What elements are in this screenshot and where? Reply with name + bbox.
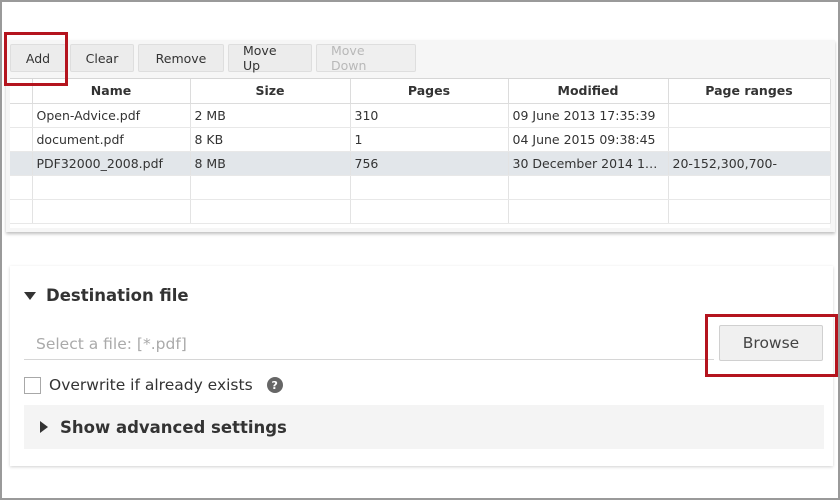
table-header-row: Name Size Pages Modified Page ranges bbox=[10, 79, 831, 104]
column-header-pages[interactable]: Pages bbox=[350, 79, 509, 104]
file-table: Name Size Pages Modified Page ranges Ope… bbox=[10, 78, 831, 228]
browse-button[interactable]: Browse bbox=[719, 325, 823, 361]
cell-modified: 04 June 2015 09:38:45 bbox=[508, 127, 669, 152]
table-row[interactable]: document.pdf 8 KB 1 04 June 2015 09:38:4… bbox=[10, 127, 831, 152]
cell-pages: 310 bbox=[350, 103, 509, 128]
cell-page-ranges[interactable]: 20-152,300,700- bbox=[668, 151, 831, 176]
triangle-down-icon bbox=[24, 291, 36, 300]
move-up-button[interactable]: Move Up bbox=[228, 43, 312, 73]
cell-name: Open-Advice.pdf bbox=[32, 103, 191, 128]
overwrite-option: Overwrite if already exists ? bbox=[24, 376, 283, 394]
destination-title: Destination file bbox=[46, 286, 189, 305]
cell-page-ranges[interactable] bbox=[668, 127, 831, 152]
overwrite-checkbox[interactable] bbox=[24, 376, 41, 394]
remove-button[interactable]: Remove bbox=[138, 44, 224, 72]
column-header-size[interactable]: Size bbox=[190, 79, 351, 104]
file-list-panel: Add Clear Remove Move Up Move Down Name … bbox=[6, 40, 835, 232]
overwrite-label[interactable]: Overwrite if already exists bbox=[49, 376, 253, 394]
cell-pages: 756 bbox=[350, 151, 509, 176]
cell-size: 8 KB bbox=[190, 127, 351, 152]
cell-modified: 09 June 2013 17:35:39 bbox=[508, 103, 669, 128]
row-spacer bbox=[10, 103, 33, 128]
advanced-settings-label: Show advanced settings bbox=[60, 417, 287, 437]
column-header-page-ranges[interactable]: Page ranges bbox=[668, 79, 831, 104]
advanced-settings-toggle[interactable]: Show advanced settings bbox=[24, 405, 824, 449]
destination-section-header[interactable]: Destination file bbox=[24, 286, 189, 305]
column-header-modified[interactable]: Modified bbox=[508, 79, 669, 104]
row-spacer bbox=[10, 151, 33, 176]
cell-size: 8 MB bbox=[190, 151, 351, 176]
cell-page-ranges[interactable] bbox=[668, 103, 831, 128]
table-row-selected[interactable]: PDF32000_2008.pdf 8 MB 756 30 December 2… bbox=[10, 151, 831, 176]
add-button[interactable]: Add bbox=[10, 44, 66, 72]
table-row[interactable]: Open-Advice.pdf 2 MB 310 09 June 2013 17… bbox=[10, 103, 831, 128]
cell-size: 2 MB bbox=[190, 103, 351, 128]
move-down-button: Move Down bbox=[316, 43, 416, 73]
help-icon[interactable]: ? bbox=[266, 377, 283, 393]
column-header-spacer bbox=[10, 79, 33, 104]
destination-panel: Destination file Browse Overwrite if alr… bbox=[10, 266, 833, 466]
triangle-right-icon bbox=[40, 421, 48, 433]
cell-modified: 30 December 2014 18:... bbox=[508, 151, 669, 176]
empty-row bbox=[10, 199, 831, 224]
cell-name: document.pdf bbox=[32, 127, 191, 152]
cell-pages: 1 bbox=[350, 127, 509, 152]
row-spacer bbox=[10, 127, 33, 152]
cell-name: PDF32000_2008.pdf bbox=[32, 151, 191, 176]
empty-row bbox=[10, 175, 831, 200]
app-window: Add Clear Remove Move Up Move Down Name … bbox=[0, 0, 840, 500]
toolbar: Add Clear Remove Move Up Move Down bbox=[10, 43, 416, 73]
destination-file-input[interactable] bbox=[24, 328, 714, 360]
column-header-name[interactable]: Name bbox=[32, 79, 191, 104]
clear-button[interactable]: Clear bbox=[70, 44, 134, 72]
